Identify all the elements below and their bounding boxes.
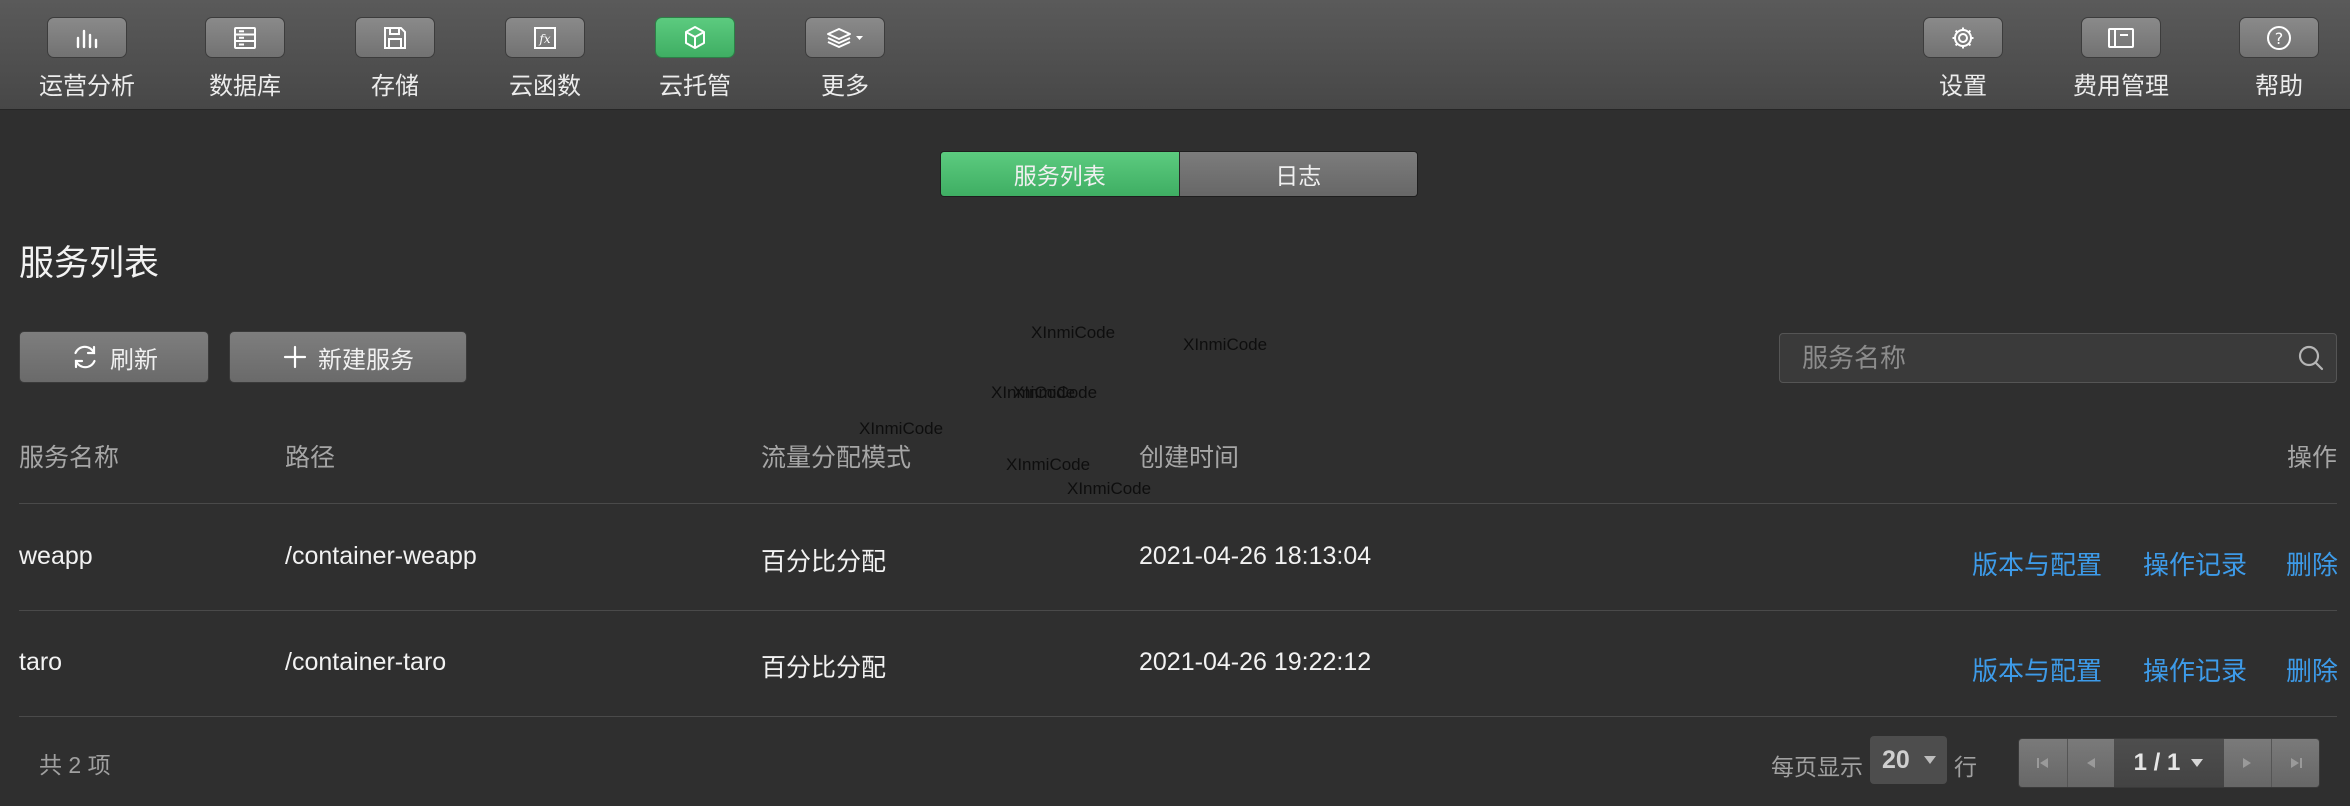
toolbar-functions-label: 云函数	[509, 73, 581, 100]
search-input[interactable]	[1780, 334, 2286, 382]
column-header-name[interactable]: 服务名称	[19, 438, 119, 474]
search-icon[interactable]	[2286, 344, 2336, 372]
new-service-button[interactable]: 新建服务	[229, 331, 467, 383]
svg-text:fx: fx	[538, 32, 550, 46]
column-header-ops: 操作	[2286, 444, 2337, 472]
refresh-icon	[74, 345, 96, 369]
save-icon	[355, 17, 435, 58]
top-toolbar: 运营分析 数据库 存储 fx 云函数 云托管 更多 设置 费用管理 ? 帮助	[0, 0, 2350, 110]
new-service-button-label: 新建服务	[318, 346, 414, 374]
last-page-button[interactable]	[2271, 739, 2319, 787]
function-icon: fx	[505, 17, 585, 58]
row-mode: 百分比分配	[761, 654, 887, 682]
row-unit-label: 行	[1954, 754, 1977, 780]
row-divider	[19, 610, 2337, 611]
toolbar-billing-label: 费用管理	[2073, 73, 2169, 100]
refresh-button-label: 刷新	[110, 346, 158, 374]
row-path: /container-weapp	[285, 542, 477, 570]
last-page-icon	[2290, 758, 2302, 768]
database-icon	[205, 17, 285, 58]
version-config-link[interactable]: 版本与配置	[1972, 545, 2102, 582]
cube-icon	[655, 17, 735, 58]
header-divider	[19, 503, 2337, 504]
column-header-path[interactable]: 路径	[285, 438, 335, 474]
delete-link[interactable]: 删除	[2286, 545, 2338, 582]
toolbar-database-button[interactable]: 数据库	[170, 17, 320, 101]
watermark-text: XInmiCode	[1006, 455, 1091, 474]
tab-logs[interactable]: 日志	[1178, 152, 1417, 196]
per-page-select[interactable]: 20	[1870, 736, 1947, 784]
page-selector[interactable]: 1 / 1	[2114, 739, 2224, 787]
chevron-down-icon	[856, 35, 863, 40]
watermark-text: XInmiCode	[859, 419, 944, 438]
next-page-button[interactable]	[2223, 739, 2272, 787]
toolbar-container-label: 云托管	[659, 73, 731, 100]
toolbar-billing-button[interactable]: 费用管理	[2046, 17, 2196, 101]
chevron-down-icon	[2191, 759, 2204, 767]
toolbar-storage-button[interactable]: 存储	[320, 17, 470, 101]
chevron-down-icon	[1924, 756, 1936, 764]
per-page-label: 每页显示	[1771, 754, 1863, 780]
bar-chart-icon	[47, 17, 127, 58]
toolbar-settings-button[interactable]: 设置	[1888, 17, 2038, 101]
row-service-name: weapp	[19, 542, 93, 570]
prev-page-icon	[2087, 758, 2096, 768]
row-divider	[19, 716, 2337, 717]
view-tabs: 服务列表 日志	[940, 151, 1418, 197]
toolbar-storage-label: 存储	[371, 73, 419, 100]
column-header-created[interactable]: 创建时间	[1139, 438, 1239, 474]
refresh-button[interactable]: 刷新	[19, 331, 209, 383]
prev-page-button[interactable]	[2066, 739, 2115, 787]
operation-log-link[interactable]: 操作记录	[2143, 545, 2247, 582]
svg-text:?: ?	[2275, 29, 2284, 48]
per-page-value: 20	[1882, 745, 1910, 774]
row-path: /container-taro	[285, 648, 447, 676]
version-config-link[interactable]: 版本与配置	[1972, 651, 2102, 688]
first-page-button[interactable]	[2019, 739, 2067, 787]
toolbar-database-label: 数据库	[209, 73, 281, 100]
gear-icon	[1923, 17, 2003, 58]
watermark-text: XInmiCode	[1013, 383, 1098, 402]
delete-link[interactable]: 删除	[2286, 651, 2338, 688]
pagination: 1 / 1	[2018, 738, 2320, 788]
tab-service-list[interactable]: 服务列表	[941, 152, 1179, 196]
toolbar-more-button[interactable]: 更多	[770, 17, 920, 101]
page-indicator: 1 / 1	[2133, 749, 2181, 776]
layers-icon	[805, 17, 885, 58]
first-page-icon	[2036, 758, 2048, 768]
toolbar-container-button[interactable]: 云托管	[620, 17, 770, 101]
toolbar-more-label: 更多	[821, 73, 869, 100]
row-created-time: 2021-04-26 18:13:04	[1139, 542, 1372, 570]
next-page-icon	[2243, 758, 2252, 768]
billing-icon	[2081, 17, 2161, 58]
row-service-name: taro	[19, 648, 63, 676]
toolbar-functions-button[interactable]: fx 云函数	[470, 17, 620, 101]
help-icon: ?	[2239, 17, 2319, 58]
toolbar-help-label: 帮助	[2255, 73, 2303, 100]
watermark-text: XInmiCode	[1183, 335, 1268, 354]
page-title: 服务列表	[19, 244, 160, 283]
toolbar-help-button[interactable]: ? 帮助	[2204, 17, 2350, 101]
toolbar-settings-label: 设置	[1939, 73, 1987, 100]
operation-log-link[interactable]: 操作记录	[2143, 651, 2247, 688]
column-header-mode[interactable]: 流量分配模式	[761, 438, 911, 474]
service-search	[1779, 333, 2337, 383]
toolbar-analytics-label: 运营分析	[39, 73, 135, 100]
plus-icon	[283, 345, 307, 369]
total-count: 共 2 项	[39, 752, 111, 778]
watermark-text: XInmiCode	[1031, 323, 1116, 342]
row-mode: 百分比分配	[761, 548, 887, 576]
watermark-text: XInmiCode	[1067, 479, 1152, 498]
toolbar-analytics-button[interactable]: 运营分析	[12, 17, 162, 101]
row-created-time: 2021-04-26 19:22:12	[1139, 648, 1372, 676]
